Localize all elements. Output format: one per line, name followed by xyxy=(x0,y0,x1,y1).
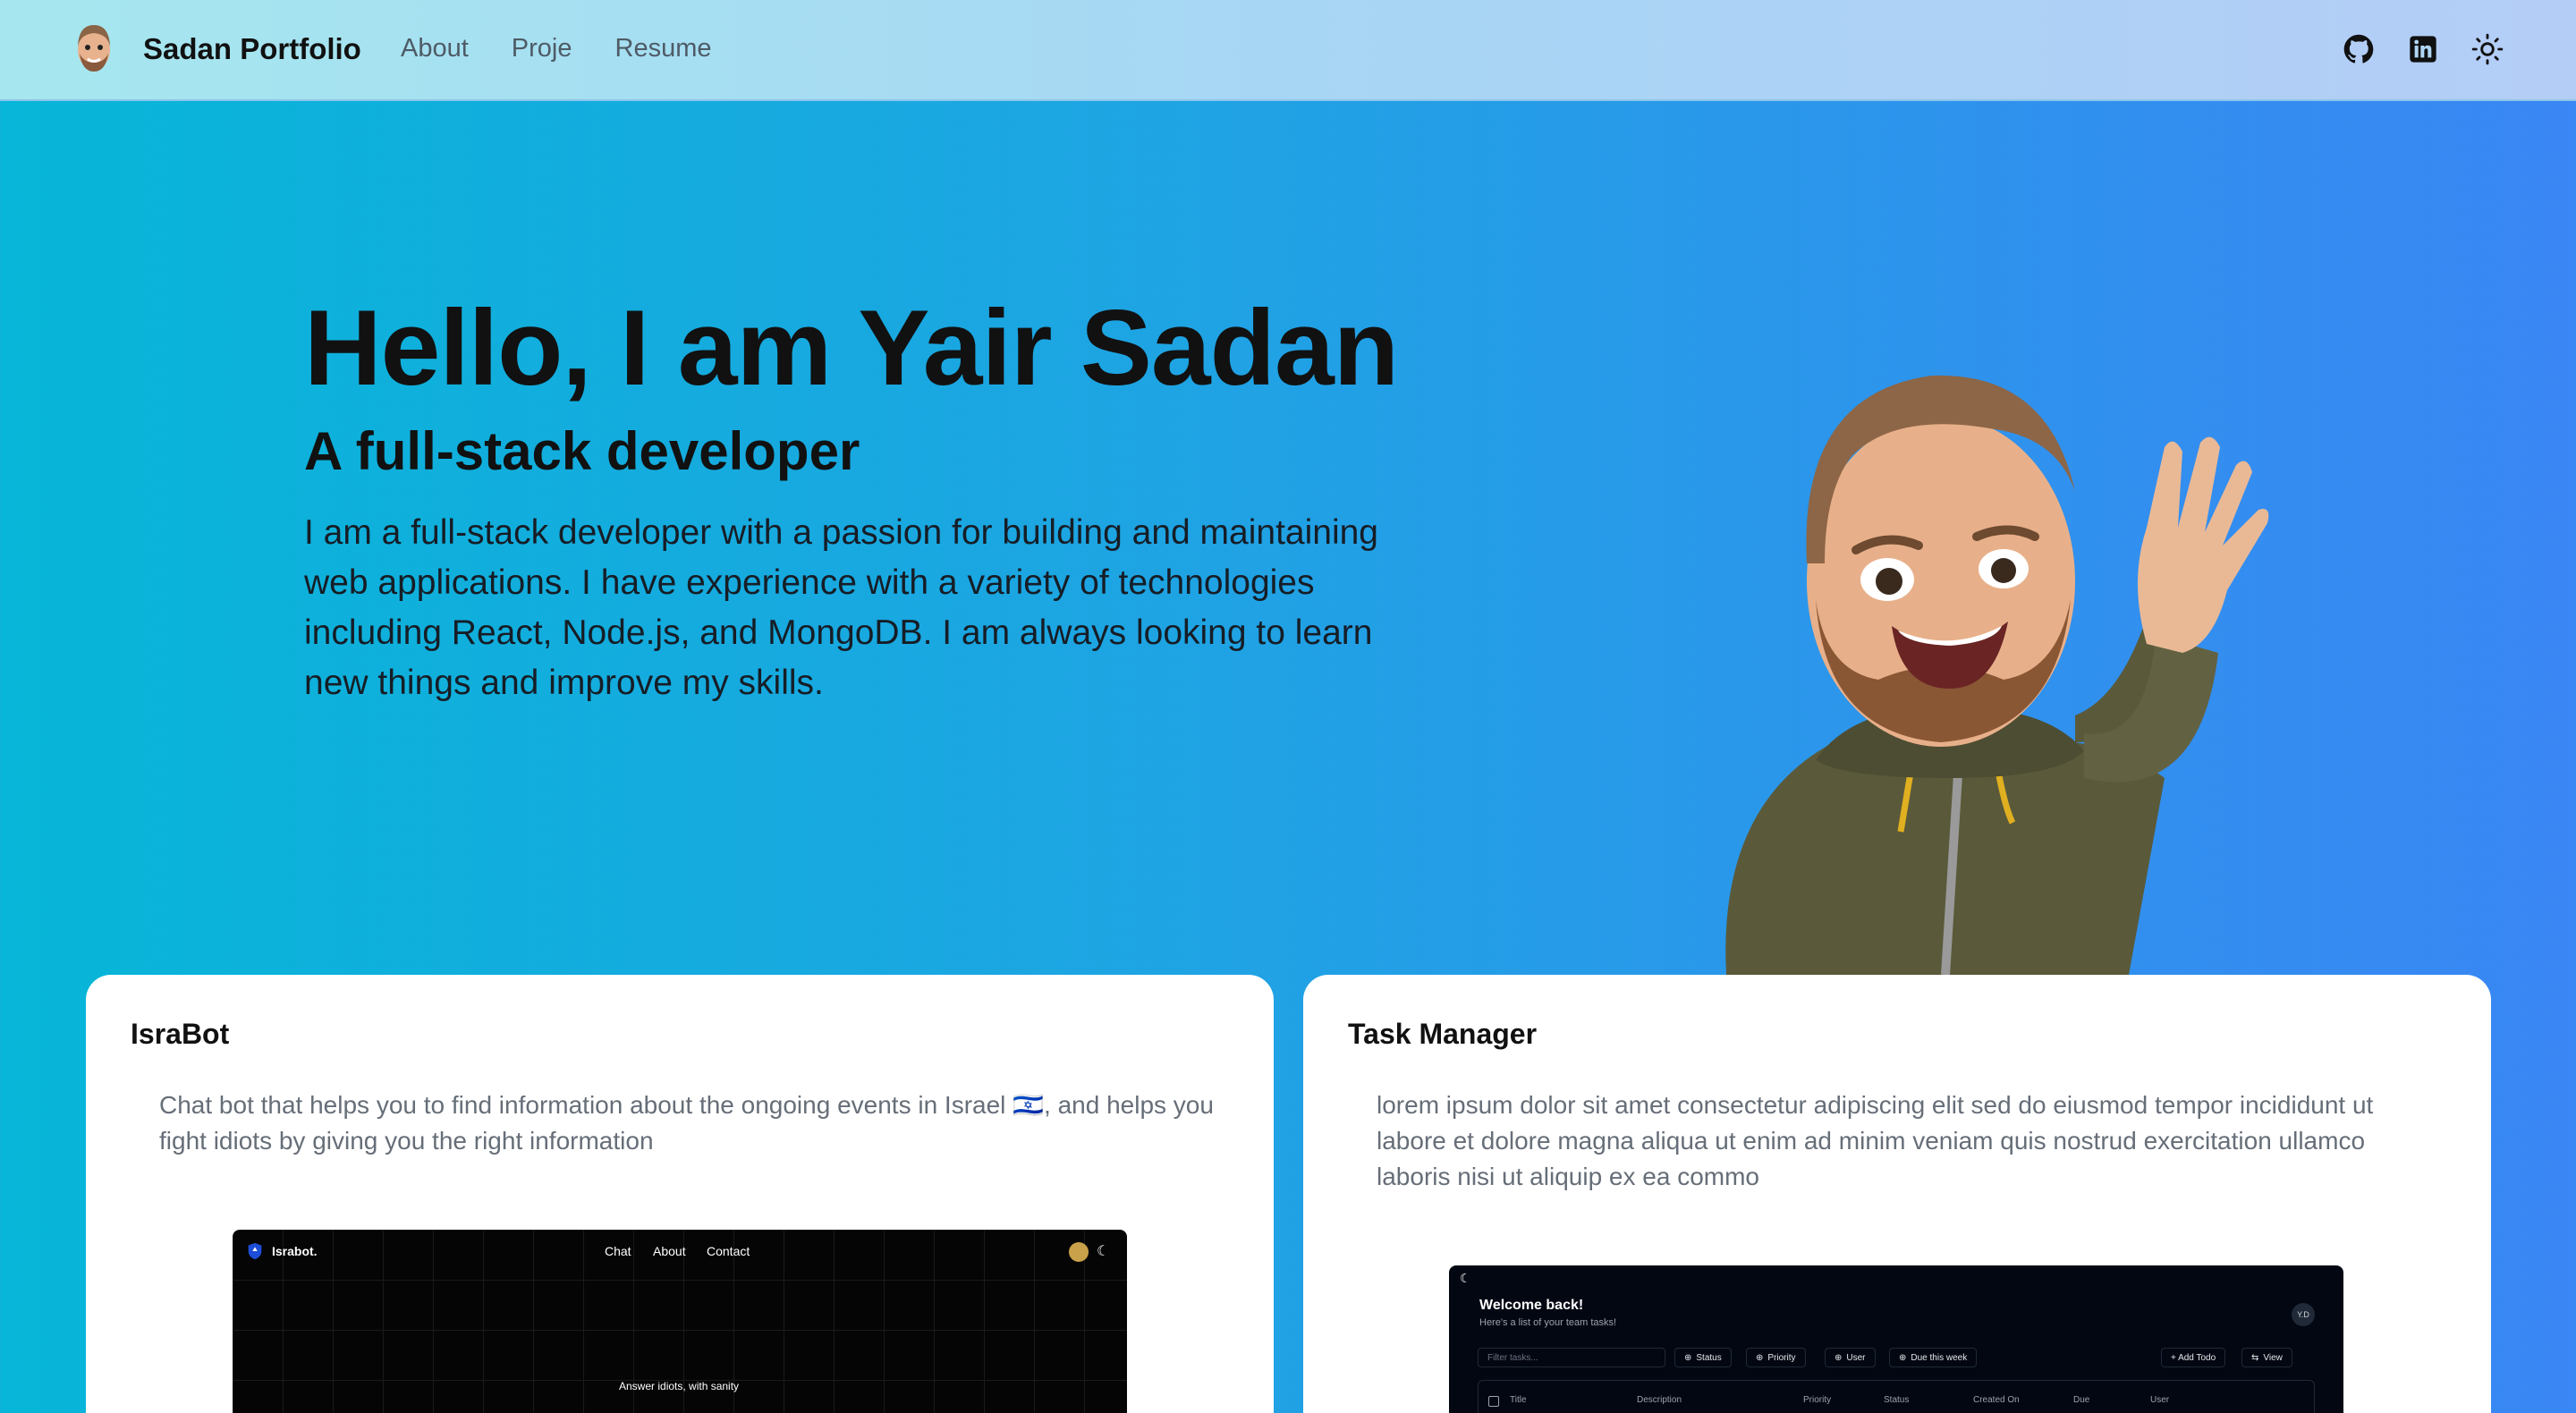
preview-col-user: User xyxy=(2150,1395,2170,1405)
hero-subtitle: A full-stack developer xyxy=(304,421,860,481)
preview-col-created: Created On xyxy=(1973,1395,2020,1405)
project-title: IsraBot xyxy=(131,1018,230,1050)
preview-col-title: Title xyxy=(1510,1395,1527,1405)
preview-view: ⇆ View xyxy=(2241,1348,2292,1367)
preview-brand: Israbot. xyxy=(272,1244,318,1258)
waving-memoji-icon xyxy=(1725,375,2269,975)
project-card-israbot[interactable]: IsraBot Chat bot that helps you to find … xyxy=(86,975,1274,1413)
brand-title[interactable]: Sadan Portfolio xyxy=(143,32,361,66)
shield-logo-icon xyxy=(248,1242,262,1260)
hero-title: Hello, I am Yair Sadan xyxy=(304,288,1399,408)
hero-description: I am a full-stack developer with a passi… xyxy=(304,513,1379,702)
memoji-avatar-icon[interactable] xyxy=(72,20,116,75)
project-preview-image: ☾ Welcome back! Here's a list of your te… xyxy=(1449,1265,2343,1413)
project-preview-image: Israbot. Chat About Contact ☾ Answer idi… xyxy=(233,1230,1127,1413)
nav-link-resume[interactable]: Resume xyxy=(615,34,712,63)
preview-filter-input: Filter tasks... xyxy=(1478,1348,1665,1367)
nav-link-projects[interactable]: Proje xyxy=(512,34,572,63)
navbar: Sadan Portfolio About Proje Resume xyxy=(0,0,2576,101)
preview-theme-icon: ☾ xyxy=(1460,1271,1471,1285)
project-card-task-manager[interactable]: Task Manager lorem ipsum dolor sit amet … xyxy=(1303,975,2491,1413)
preview-theme-icon: ☾ xyxy=(1097,1244,1110,1259)
preview-filter-due: ⊕ Due this week xyxy=(1889,1348,1978,1367)
project-title: Task Manager xyxy=(1348,1018,1538,1050)
preview-nav-about: About xyxy=(653,1244,686,1258)
linkedin-icon[interactable] xyxy=(2406,32,2440,66)
preview-nav-chat: Chat xyxy=(605,1244,631,1258)
preview-checkbox xyxy=(1488,1396,1499,1407)
preview-col-status: Status xyxy=(1884,1395,1910,1405)
preview-col-due: Due xyxy=(2073,1395,2090,1405)
preview-nav-contact: Contact xyxy=(707,1244,750,1258)
preview-avatar: Y.D xyxy=(2292,1303,2315,1326)
project-description: Chat bot that helps you to find informat… xyxy=(159,1091,1214,1155)
preview-filter-priority: ⊕ Priority xyxy=(1746,1348,1806,1367)
preview-subheading: Here's a list of your team tasks! xyxy=(1479,1317,1617,1328)
nav-icon-group xyxy=(2342,32,2504,66)
preview-tagline: Answer idiots, with sanity xyxy=(619,1380,740,1392)
preview-avatar-icon xyxy=(1069,1242,1089,1262)
project-description: lorem ipsum dolor sit amet consectetur a… xyxy=(1377,1091,2374,1190)
preview-filter-status: ⊕ Status xyxy=(1674,1348,1732,1367)
preview-filter-user: ⊕ User xyxy=(1825,1348,1876,1367)
sun-icon[interactable] xyxy=(2470,32,2504,66)
preview-heading: Welcome back! xyxy=(1479,1298,1584,1313)
preview-col-description: Description xyxy=(1637,1395,1682,1405)
nav-links: About Proje Resume xyxy=(401,34,712,63)
preview-col-priority: Priority xyxy=(1803,1395,1832,1405)
github-icon[interactable] xyxy=(2342,32,2376,66)
nav-link-about[interactable]: About xyxy=(401,34,469,63)
preview-add-todo: + Add Todo xyxy=(2161,1348,2226,1367)
